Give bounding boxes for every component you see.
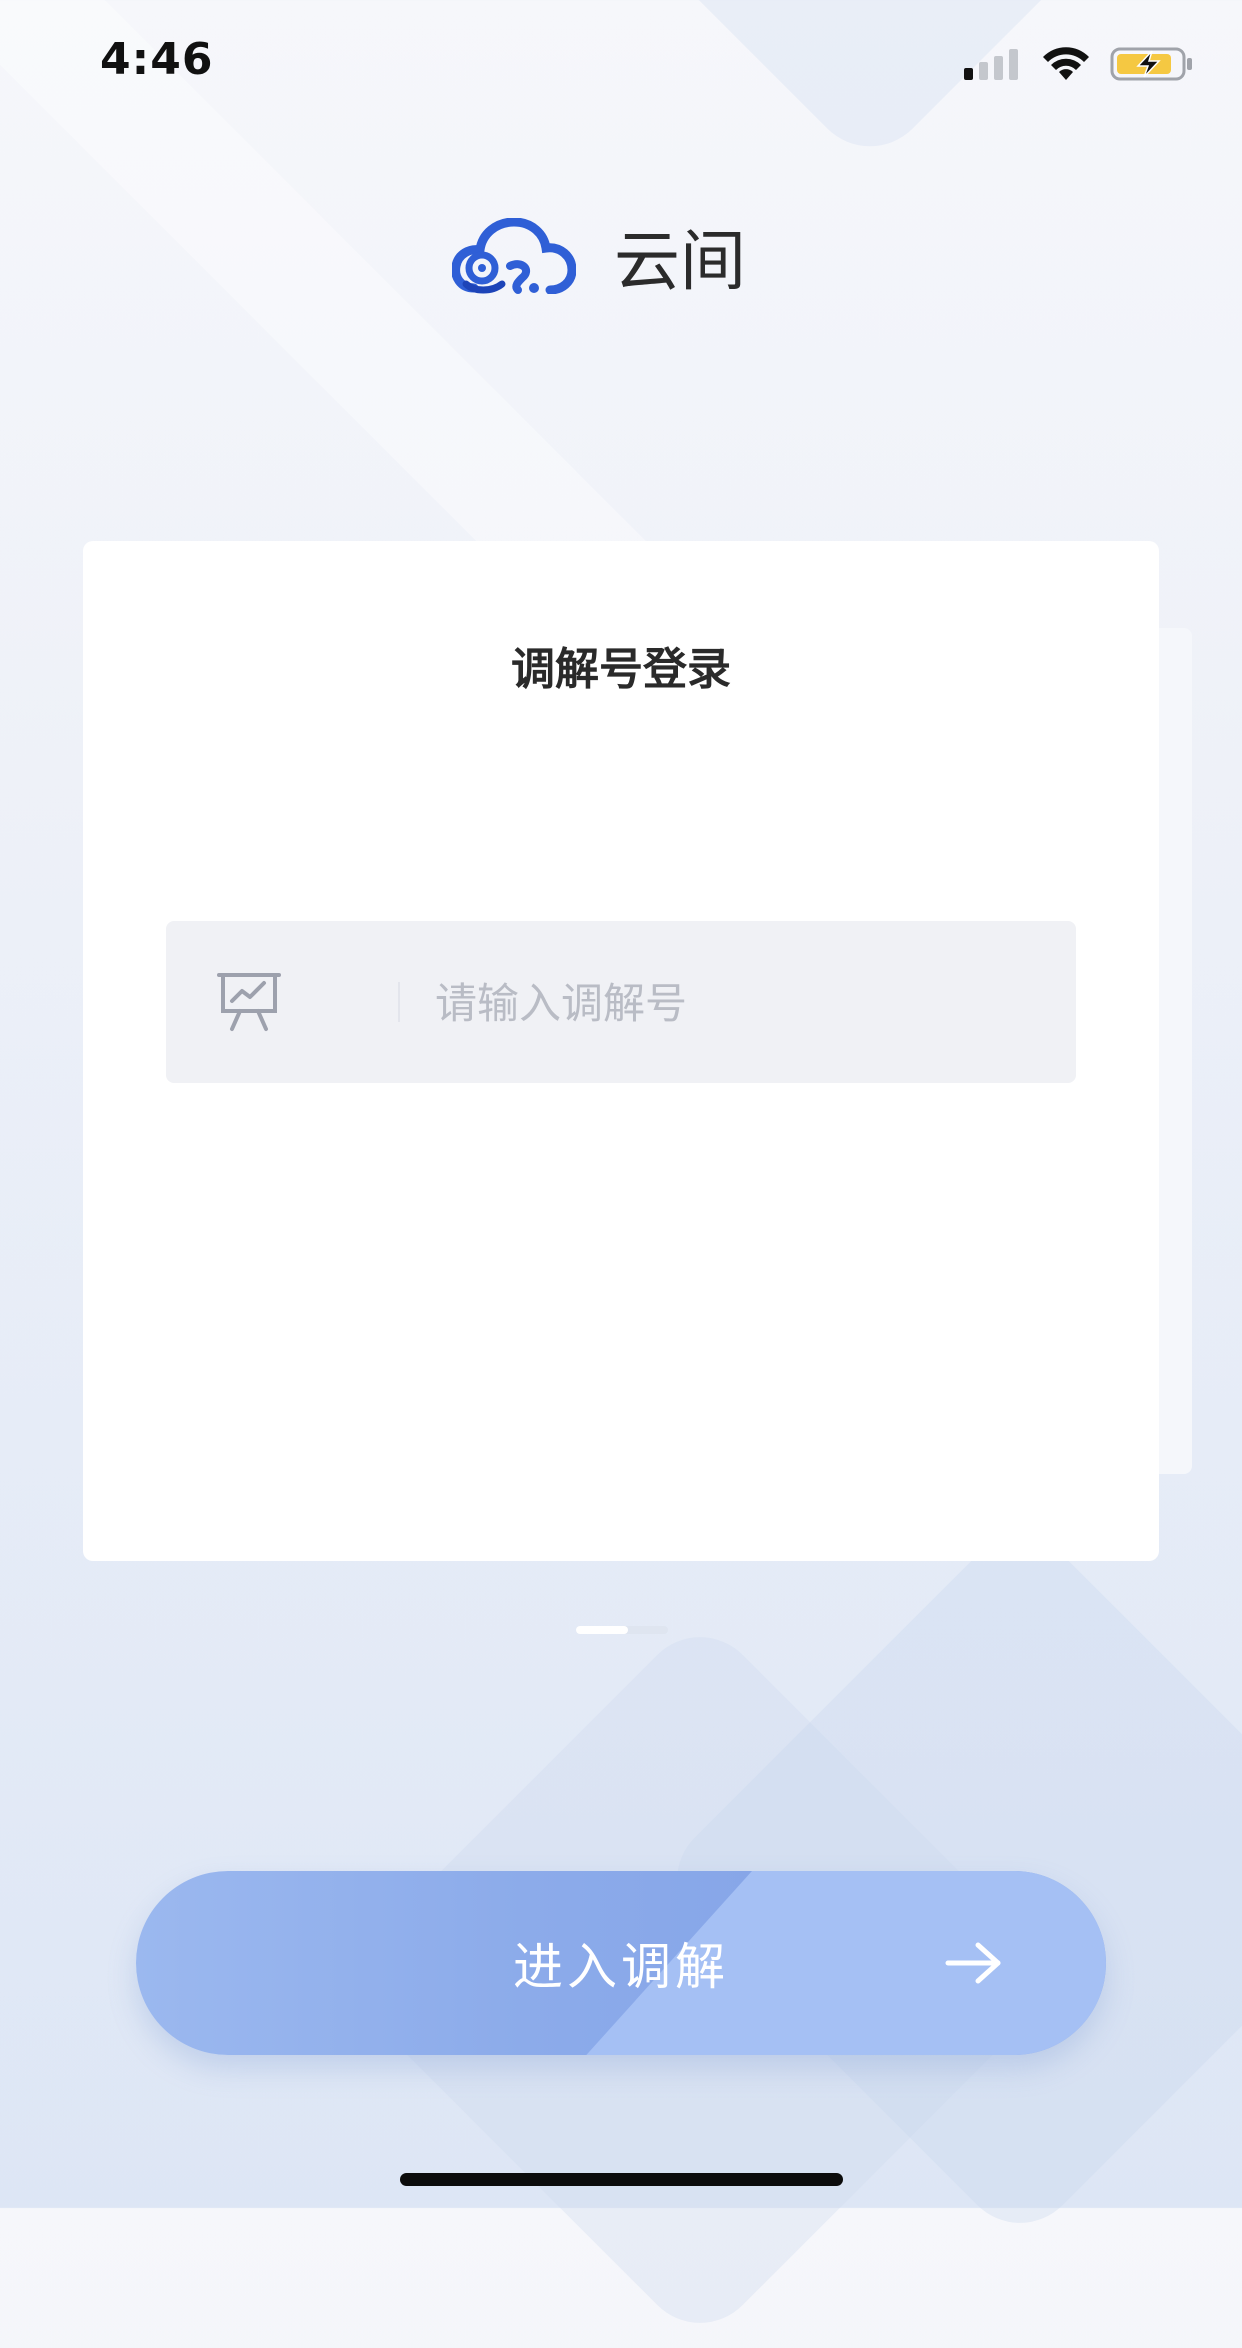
arrow-right-icon <box>945 1942 1001 1984</box>
status-time: 4:46 <box>100 34 214 85</box>
wifi-icon <box>1043 47 1089 80</box>
battery-charging-icon <box>1110 47 1192 81</box>
presentation-board-icon <box>217 973 281 1031</box>
home-indicator[interactable] <box>400 2173 843 2186</box>
status-bar: 4:46 <box>0 0 1242 120</box>
login-card: 调解号登录 <box>83 541 1159 1561</box>
mediation-number-input-box[interactable] <box>166 921 1076 1083</box>
login-card-title: 调解号登录 <box>511 644 731 695</box>
input-divider <box>398 982 400 1022</box>
status-icons <box>962 44 1194 84</box>
enter-mediation-button[interactable]: 进入调解 <box>136 1871 1106 2055</box>
brand-name: 云间 <box>614 223 746 300</box>
mediation-number-input[interactable] <box>433 961 1047 1045</box>
page-indicator <box>576 1626 668 1634</box>
cellular-signal-icon <box>964 49 1018 80</box>
cloud-logo-icon <box>452 218 576 294</box>
brand-header: 云间 <box>452 214 746 300</box>
